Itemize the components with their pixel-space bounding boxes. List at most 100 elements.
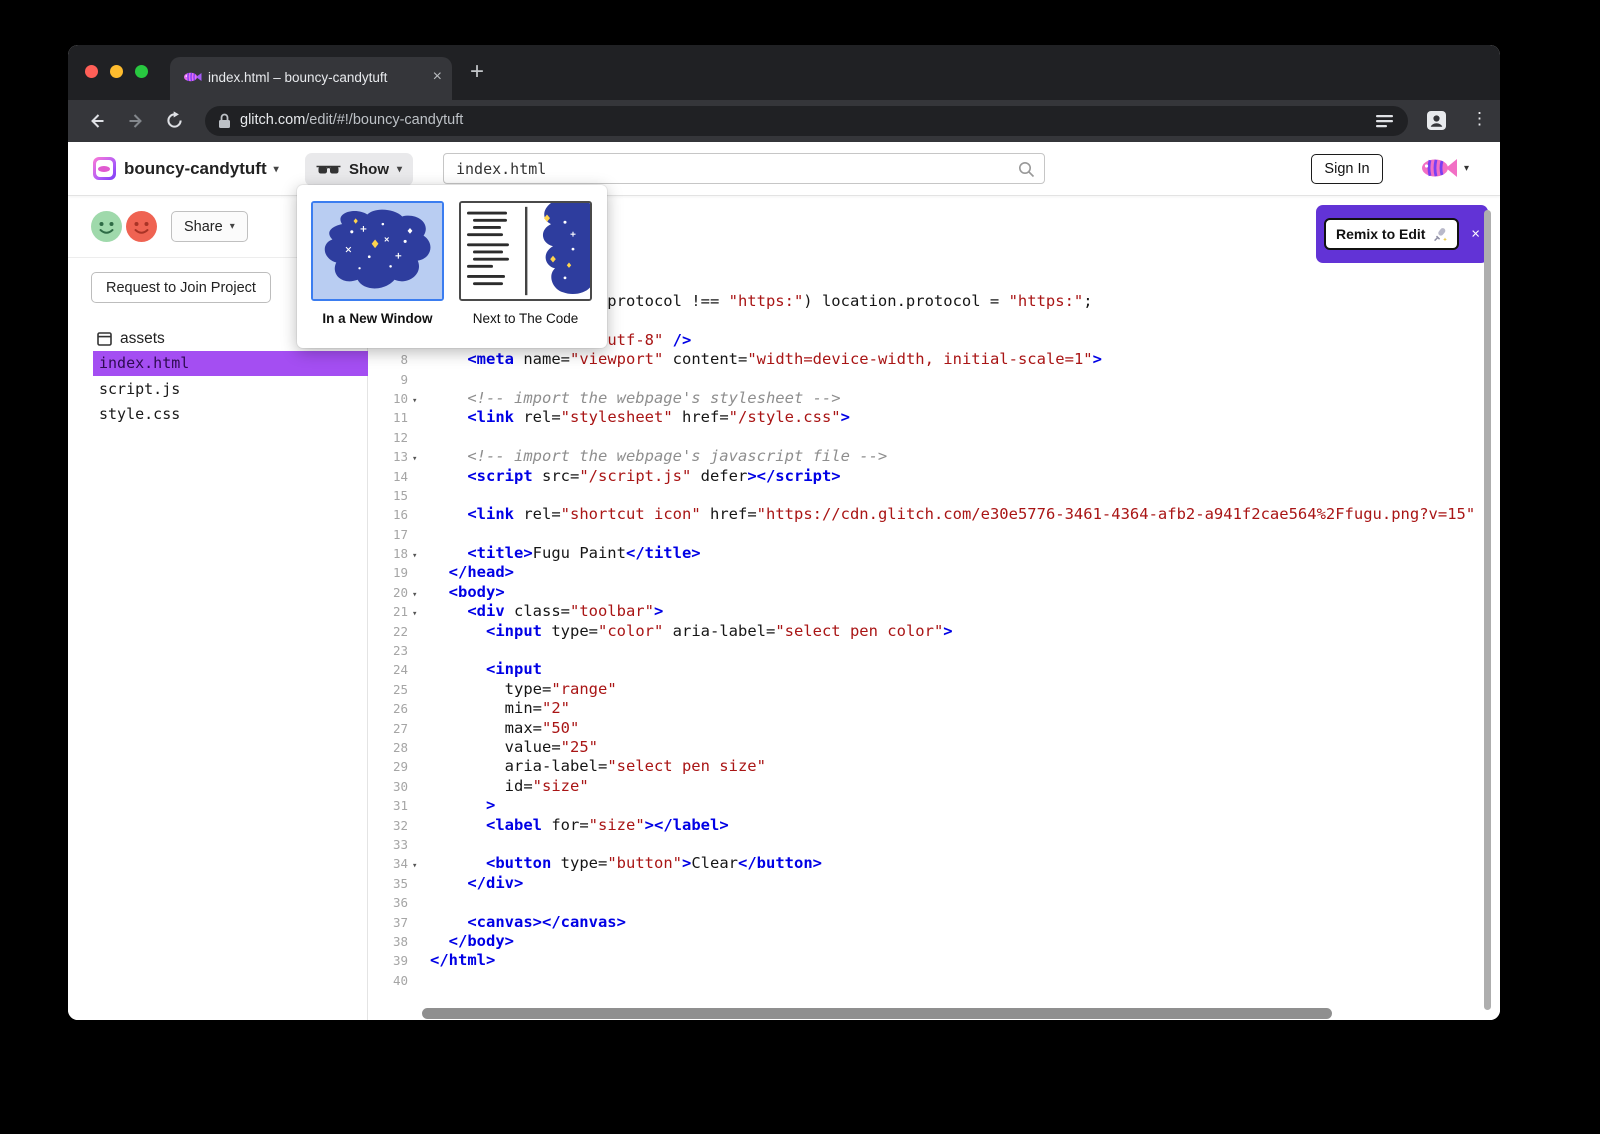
code-text: aria-label="select pen size" [430, 757, 766, 775]
code-line[interactable]: 21▾ <div class="toolbar"> [368, 602, 1484, 621]
code-line[interactable]: 12 [368, 428, 1484, 447]
line-number: 9 [368, 370, 408, 389]
share-button[interactable]: Share ▾ [171, 211, 248, 242]
line-number: 40 [368, 971, 408, 990]
glitch-header: bouncy-candytuft ▾ Show ▾ Sign In [68, 142, 1500, 196]
code-line[interactable]: 30 id="size" [368, 777, 1484, 796]
sign-in-button[interactable]: Sign In [1311, 154, 1383, 184]
code-line[interactable]: 15 [368, 486, 1484, 505]
sign-in-label: Sign In [1324, 161, 1369, 177]
code-line[interactable]: 17 [368, 525, 1484, 544]
line-number: 22 [368, 622, 408, 641]
code-line[interactable]: 27 max="50" [368, 719, 1484, 738]
code-line[interactable]: 33 [368, 835, 1484, 854]
code-line[interactable]: 18▾ <title>Fugu Paint</title> [368, 544, 1484, 563]
file-search-box [443, 153, 1045, 184]
window-close-button[interactable] [85, 65, 98, 78]
tab-close-icon[interactable]: × [433, 68, 442, 86]
code-line[interactable]: 32 <label for="size"></label> [368, 816, 1484, 835]
code-line[interactable]: 16 <link rel="shortcut icon" href="https… [368, 505, 1484, 524]
code-line[interactable]: 40 [368, 971, 1484, 990]
code-line[interactable]: 34▾ <button type="button">Clear</button> [368, 854, 1484, 873]
file-item-index-html[interactable]: index.html [93, 351, 368, 376]
line-number: 13 [368, 447, 408, 466]
code-text: max="50" [430, 719, 579, 737]
line-number: 37 [368, 913, 408, 932]
request-to-join-label: Request to Join Project [106, 280, 256, 296]
code-line[interactable]: 24 <input [368, 660, 1484, 679]
code-text: <title>Fugu Paint</title> [430, 544, 701, 562]
remix-banner-close-icon[interactable]: × [1471, 226, 1480, 243]
new-tab-icon[interactable]: + [470, 58, 484, 86]
code-line[interactable]: 29 aria-label="select pen size" [368, 757, 1484, 776]
chevron-down-icon: ▾ [230, 221, 235, 232]
remix-to-edit-button[interactable]: Remix to Edit [1324, 218, 1459, 250]
code-line[interactable]: 11 <link rel="stylesheet" href="/style.c… [368, 408, 1484, 427]
code-line[interactable]: 35 </div> [368, 874, 1484, 893]
request-to-join-button[interactable]: Request to Join Project [91, 272, 271, 303]
code-line[interactable]: 38 </body> [368, 932, 1484, 951]
reload-icon[interactable] [165, 111, 184, 130]
code-line[interactable]: 31 > [368, 796, 1484, 815]
line-number: 25 [368, 680, 408, 699]
code-line[interactable]: 39</html> [368, 951, 1484, 970]
glitch-logo[interactable] [93, 157, 116, 180]
line-number: 8 [368, 350, 408, 369]
code-line[interactable]: 14 <script src="/script.js" defer></scri… [368, 467, 1484, 486]
tab-favicon-fish-icon [183, 69, 202, 85]
show-menu: In a New Window [297, 185, 607, 348]
show-option-label: In a New Window [311, 311, 444, 326]
show-label: Show [349, 161, 389, 178]
code-line[interactable]: 19 </head> [368, 563, 1484, 582]
code-line[interactable]: 10▾ <!-- import the webpage's stylesheet… [368, 389, 1484, 408]
code-line[interactable]: 22 <input type="color" aria-label="selec… [368, 622, 1484, 641]
file-search-input[interactable] [456, 157, 976, 180]
show-option-new-window[interactable]: In a New Window [311, 201, 444, 326]
address-bar[interactable]: glitch.com/edit/#!/bouncy-candytuft [205, 106, 1408, 136]
code-line[interactable]: 8 <meta name="viewport" content="width=d… [368, 350, 1484, 369]
new-window-illustration [311, 201, 444, 301]
code-line[interactable]: 37 <canvas></canvas> [368, 913, 1484, 932]
browser-tab[interactable]: index.html – bouncy-candytuft × [170, 57, 452, 100]
assets-label: assets [120, 330, 165, 348]
code-line[interactable]: 20▾ <body> [368, 583, 1484, 602]
back-icon[interactable] [87, 111, 107, 131]
line-number: 30 [368, 777, 408, 796]
project-name-button[interactable]: bouncy-candytuft ▾ [124, 159, 279, 179]
file-item-style-css[interactable]: style.css [93, 402, 368, 427]
code-text: <!-- import the webpage's stylesheet --> [430, 389, 841, 407]
browser-menu-icon[interactable]: ⋮ [1471, 109, 1488, 129]
horizontal-scrollbar[interactable] [422, 1008, 1332, 1019]
remix-banner: Remix to Edit × [1316, 205, 1488, 263]
show-button[interactable]: Show ▾ [305, 153, 413, 186]
code-line[interactable]: 36 [368, 893, 1484, 912]
line-number: 11 [368, 408, 408, 427]
reading-list-icon[interactable] [1376, 114, 1393, 128]
tab-title: index.html – bouncy-candytuft [208, 70, 387, 85]
window-zoom-button[interactable] [135, 65, 148, 78]
code-area[interactable]: 5 if (location.protocol !== "https:") lo… [368, 292, 1484, 990]
code-line[interactable]: 9 [368, 370, 1484, 389]
code-text: id="size" [430, 777, 589, 795]
line-number: 31 [368, 796, 408, 815]
line-number: 35 [368, 874, 408, 893]
chevron-down-icon[interactable]: ▾ [1464, 163, 1469, 174]
sidebar-item-assets[interactable]: assets [97, 330, 165, 348]
code-line[interactable]: 13▾ <!-- import the webpage's javascript… [368, 447, 1484, 466]
line-number: 23 [368, 641, 408, 660]
code-line[interactable]: 26 min="2" [368, 699, 1484, 718]
line-number: 14 [368, 467, 408, 486]
code-line[interactable]: 25 type="range" [368, 680, 1484, 699]
line-number: 28 [368, 738, 408, 757]
vertical-scrollbar[interactable] [1484, 210, 1491, 1010]
user-avatar-fish[interactable] [1420, 153, 1458, 183]
code-text: <meta name="viewport" content="width=dev… [430, 350, 1102, 368]
code-text: <!-- import the webpage's javascript fil… [430, 447, 887, 465]
code-line[interactable]: 23 [368, 641, 1484, 660]
window-minimize-button[interactable] [110, 65, 123, 78]
profile-badge-icon[interactable] [1426, 110, 1447, 131]
file-item-script-js[interactable]: script.js [93, 377, 368, 402]
show-option-next-to-code[interactable]: Next to The Code [459, 201, 592, 326]
code-line[interactable]: 28 value="25" [368, 738, 1484, 757]
forward-icon[interactable] [126, 111, 146, 131]
